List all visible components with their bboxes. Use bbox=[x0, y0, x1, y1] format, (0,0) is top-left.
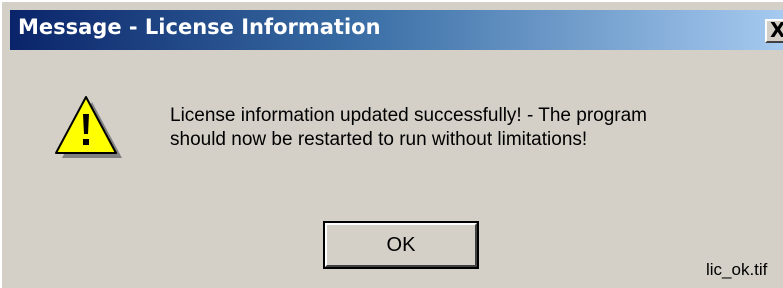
close-button[interactable]: X bbox=[765, 19, 783, 43]
window-title: Message - License Information bbox=[18, 15, 381, 39]
close-icon: X bbox=[770, 21, 783, 41]
ok-button-label: OK bbox=[325, 223, 477, 267]
message-line-1: License information updated successfully… bbox=[170, 105, 648, 126]
title-bar[interactable]: Message - License Information X bbox=[10, 10, 783, 50]
ok-button[interactable]: OK bbox=[323, 221, 479, 269]
image-caption: lic_ok.tif bbox=[706, 260, 768, 279]
message-line-2: should now be restarted to run without l… bbox=[170, 129, 588, 150]
message-text: License information updated successfully… bbox=[170, 104, 730, 152]
warning-icon bbox=[55, 96, 122, 158]
message-dialog: Message - License Information X License … bbox=[0, 0, 783, 288]
